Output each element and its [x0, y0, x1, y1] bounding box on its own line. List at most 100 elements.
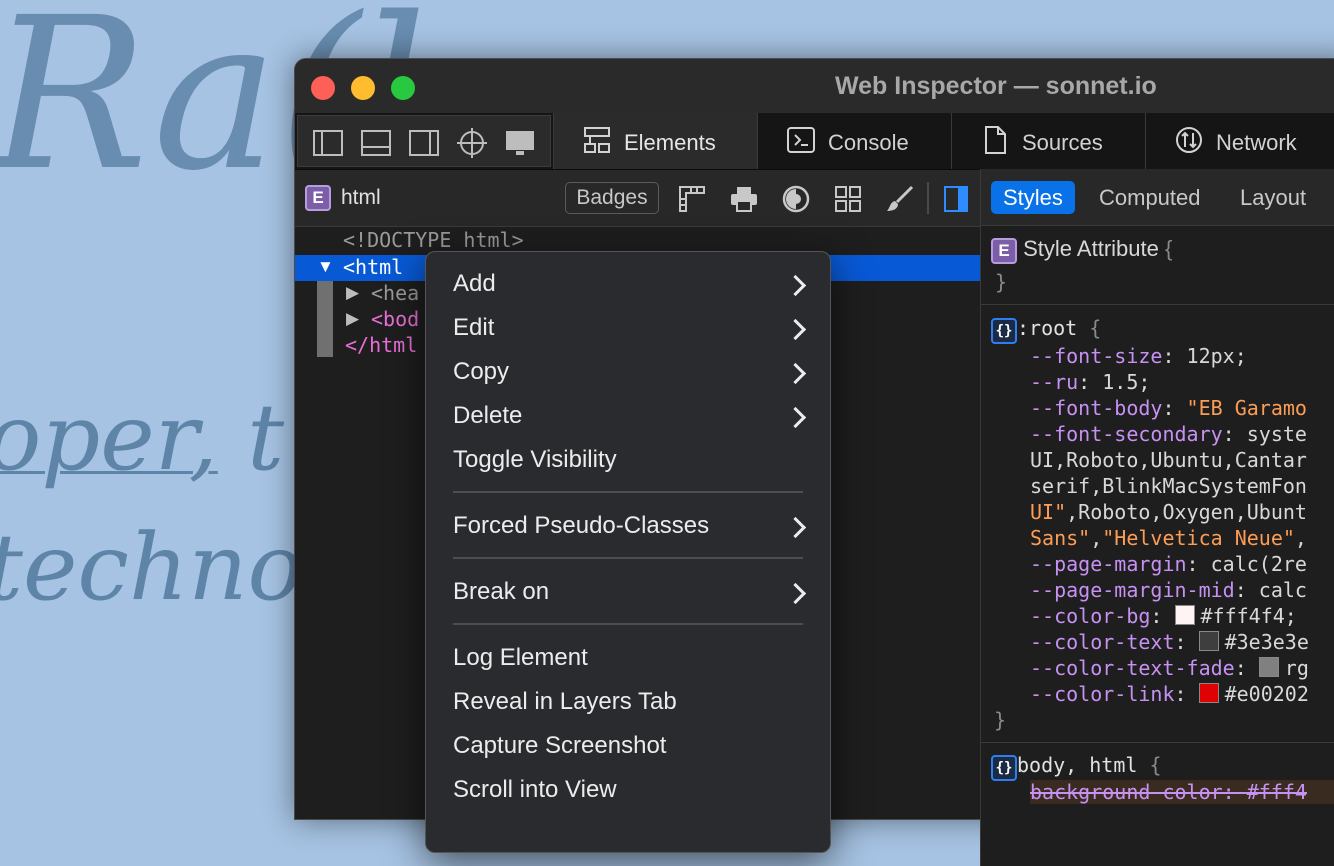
css-rule-icon: {} — [991, 755, 1017, 781]
menu-item-forced-pseudo-classes[interactable]: Forced Pseudo-Classes — [453, 512, 709, 540]
crosshair-icon[interactable] — [456, 128, 488, 158]
grid-icon[interactable] — [833, 184, 863, 214]
property-value: calc(2re — [1210, 552, 1307, 576]
property-value: 12px; — [1186, 344, 1247, 368]
html-close-node[interactable]: </html — [345, 333, 417, 357]
background-link-text[interactable]: oper, — [0, 384, 218, 491]
body-html-selector-line[interactable]: {} body, html { — [991, 753, 1162, 781]
collapsed-disclosure-icon[interactable]: ▶ — [346, 283, 359, 303]
property-name: --font-size — [1030, 344, 1163, 368]
menu-separator — [453, 557, 803, 559]
body-node[interactable]: <bod — [371, 307, 419, 331]
declaration[interactable]: --color-text: #3e3e3e — [1030, 630, 1309, 654]
property-value: #fff4f4; — [1200, 604, 1297, 628]
tab-elements-label: Elements — [624, 130, 716, 155]
tab-sources-label: Sources — [1022, 130, 1103, 155]
declaration[interactable]: --color-link: #e00202 — [1030, 682, 1309, 706]
property-name: --color-link — [1030, 682, 1175, 706]
declaration[interactable]: --font-secondary: syste — [1030, 422, 1307, 446]
property-name: --page-margin — [1030, 552, 1187, 576]
print-icon[interactable] — [729, 184, 759, 214]
tab-network[interactable]: Network — [1145, 113, 1334, 169]
root-selector-line[interactable]: {}:root { — [991, 316, 1101, 344]
screen-icon[interactable] — [504, 128, 536, 158]
tab-layout[interactable]: Layout — [1240, 181, 1306, 214]
badges-button[interactable]: Badges — [565, 182, 659, 214]
contrast-icon[interactable] — [781, 184, 811, 214]
chevron-right-icon — [784, 406, 807, 429]
brush-icon[interactable] — [885, 184, 915, 214]
rule-open-brace: { — [1149, 753, 1162, 777]
element-badge: E — [991, 238, 1017, 264]
elements-icon — [584, 127, 610, 153]
head-node[interactable]: <hea — [371, 281, 419, 305]
network-icon — [1176, 127, 1202, 153]
collapsed-disclosure-icon[interactable]: ▶ — [346, 309, 359, 329]
menu-item-delete[interactable]: Delete — [453, 402, 522, 430]
minimize-window-button[interactable] — [351, 76, 375, 100]
value-continuation: UI",Roboto,Oxygen,Ubunt — [1030, 500, 1307, 524]
property-name: --page-margin-mid — [1030, 578, 1235, 602]
menu-item-reveal-in-layers-tab[interactable]: Reveal in Layers Tab — [453, 688, 677, 716]
expanded-disclosure-icon[interactable]: ▼ — [317, 257, 334, 277]
declaration[interactable]: --ru: 1.5; — [1030, 370, 1150, 394]
rule-close-brace: } — [995, 270, 1008, 294]
tab-computed[interactable]: Computed — [1099, 181, 1201, 214]
color-swatch[interactable] — [1198, 683, 1219, 703]
declaration[interactable]: background-color: #fff4 — [1030, 780, 1334, 804]
tab-elements[interactable]: Elements — [553, 113, 757, 169]
property-name: --color-bg — [1030, 604, 1151, 628]
menu-item-add[interactable]: Add — [453, 270, 496, 298]
color-swatch[interactable] — [1174, 605, 1195, 625]
root-selector[interactable]: :root — [1017, 316, 1077, 340]
elements-navigation-bar: E html Badges — [295, 170, 981, 227]
close-window-button[interactable] — [311, 76, 335, 100]
tab-sources[interactable]: Sources — [951, 113, 1145, 169]
breadcrumb-node[interactable]: html — [341, 186, 381, 210]
title-bar: Web Inspector — sonnet.io — [295, 59, 1334, 113]
style-attribute-rule[interactable]: E Style Attribute { — [991, 236, 1172, 264]
property-value: #e00202 — [1224, 682, 1309, 706]
property-name: --font-secondary — [1030, 422, 1223, 446]
background-line-3: techno — [0, 514, 303, 621]
color-swatch[interactable] — [1258, 657, 1279, 677]
menu-item-edit[interactable]: Edit — [453, 314, 494, 342]
zoom-window-button[interactable] — [391, 76, 415, 100]
declaration[interactable]: --font-size: 12px; — [1030, 344, 1247, 368]
doctype-node[interactable]: <!DOCTYPE html> — [343, 228, 524, 252]
declaration[interactable]: --page-margin-mid: calc — [1030, 578, 1307, 602]
declaration[interactable]: --color-bg: #fff4f4; — [1030, 604, 1297, 628]
dock-left-icon[interactable] — [312, 128, 344, 158]
ruler-icon[interactable] — [677, 184, 707, 214]
background-line-2-rest: t — [217, 384, 285, 491]
property-value: calc — [1258, 578, 1307, 602]
value-continuation: Sans","Helvetica Neue", — [1030, 526, 1307, 550]
value-continuation: UI,Roboto,Ubuntu,Cantar — [1030, 448, 1307, 472]
color-swatch[interactable] — [1198, 631, 1219, 651]
declaration[interactable]: --page-margin: calc(2re — [1030, 552, 1307, 576]
dock-bottom-icon[interactable] — [360, 128, 392, 158]
chevron-right-icon — [784, 274, 807, 297]
dock-buttons — [297, 115, 551, 167]
menu-item-log-element[interactable]: Log Element — [453, 644, 588, 672]
sidebar-toggle-icon[interactable] — [941, 184, 971, 214]
menu-item-copy[interactable]: Copy — [453, 358, 509, 386]
value-continuation: serif,BlinkMacSystemFon — [1030, 474, 1307, 498]
declaration[interactable]: --color-text-fade: rg — [1030, 656, 1309, 680]
menu-separator — [453, 623, 803, 625]
tab-network-label: Network — [1216, 130, 1297, 155]
chevron-right-icon — [784, 318, 807, 341]
dock-right-icon[interactable] — [408, 128, 440, 158]
tab-console[interactable]: Console — [757, 113, 951, 169]
property-value: #3e3e3e — [1224, 630, 1309, 654]
menu-item-break-on[interactable]: Break on — [453, 578, 549, 606]
body-html-selector[interactable]: body, html — [1017, 753, 1137, 777]
menu-item-toggle-visibility[interactable]: Toggle Visibility — [453, 446, 617, 474]
menu-item-capture-screenshot[interactable]: Capture Screenshot — [453, 732, 666, 760]
declaration[interactable]: --font-body: "EB Garamo — [1030, 396, 1307, 420]
tab-styles[interactable]: Styles — [991, 181, 1075, 214]
menu-item-scroll-into-view[interactable]: Scroll into View — [453, 776, 617, 804]
background-line-2: oper, t — [0, 392, 284, 484]
html-node[interactable]: <html — [343, 255, 403, 279]
property-name: --font-body — [1030, 396, 1163, 420]
